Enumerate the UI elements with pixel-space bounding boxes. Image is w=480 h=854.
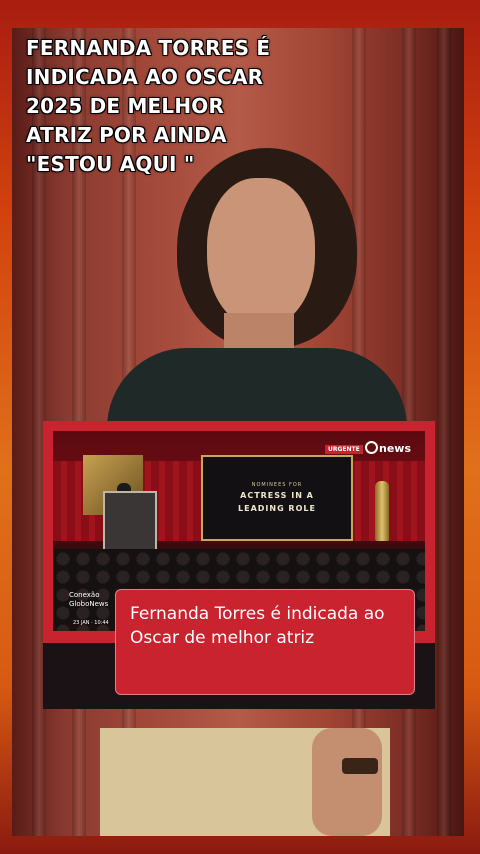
headline-line: INDICADA AO OSCAR [26,65,264,89]
news-caption-box: Fernanda Torres é indicada ao Oscar de m… [115,589,415,695]
curtain-fold [437,28,451,836]
wristwatch [342,758,378,774]
nominees-screen: NOMINEES FOR ACTRESS IN A LEADING ROLE [201,455,353,541]
program-date: 23 JAN · 10:44 [73,620,109,626]
oscar-statue [375,481,389,541]
video-headline: FERNANDA TORRES É INDICADA AO OSCAR 2025… [26,34,326,179]
woman-face [207,178,315,328]
screen-title-line: ACTRESS IN A [240,491,314,500]
screen-title-line: LEADING ROLE [238,504,316,513]
headline-line: "ESTOU AQUI " [26,152,195,176]
urgent-badge: URGENTE [325,445,363,454]
screen-subtitle: NOMINEES FOR [251,482,303,488]
headline-line: 2025 DE MELHOR [26,94,225,118]
logo-text: news [379,442,412,455]
headline-line: FERNANDA TORRES É [26,36,271,60]
globonews-logo: news [365,441,411,455]
globo-icon [365,441,378,454]
woman-arm [312,728,382,836]
podium [103,491,157,555]
news-caption: Fernanda Torres é indicada ao Oscar de m… [130,604,385,648]
headline-line: ATRIZ POR AINDA [26,123,227,147]
